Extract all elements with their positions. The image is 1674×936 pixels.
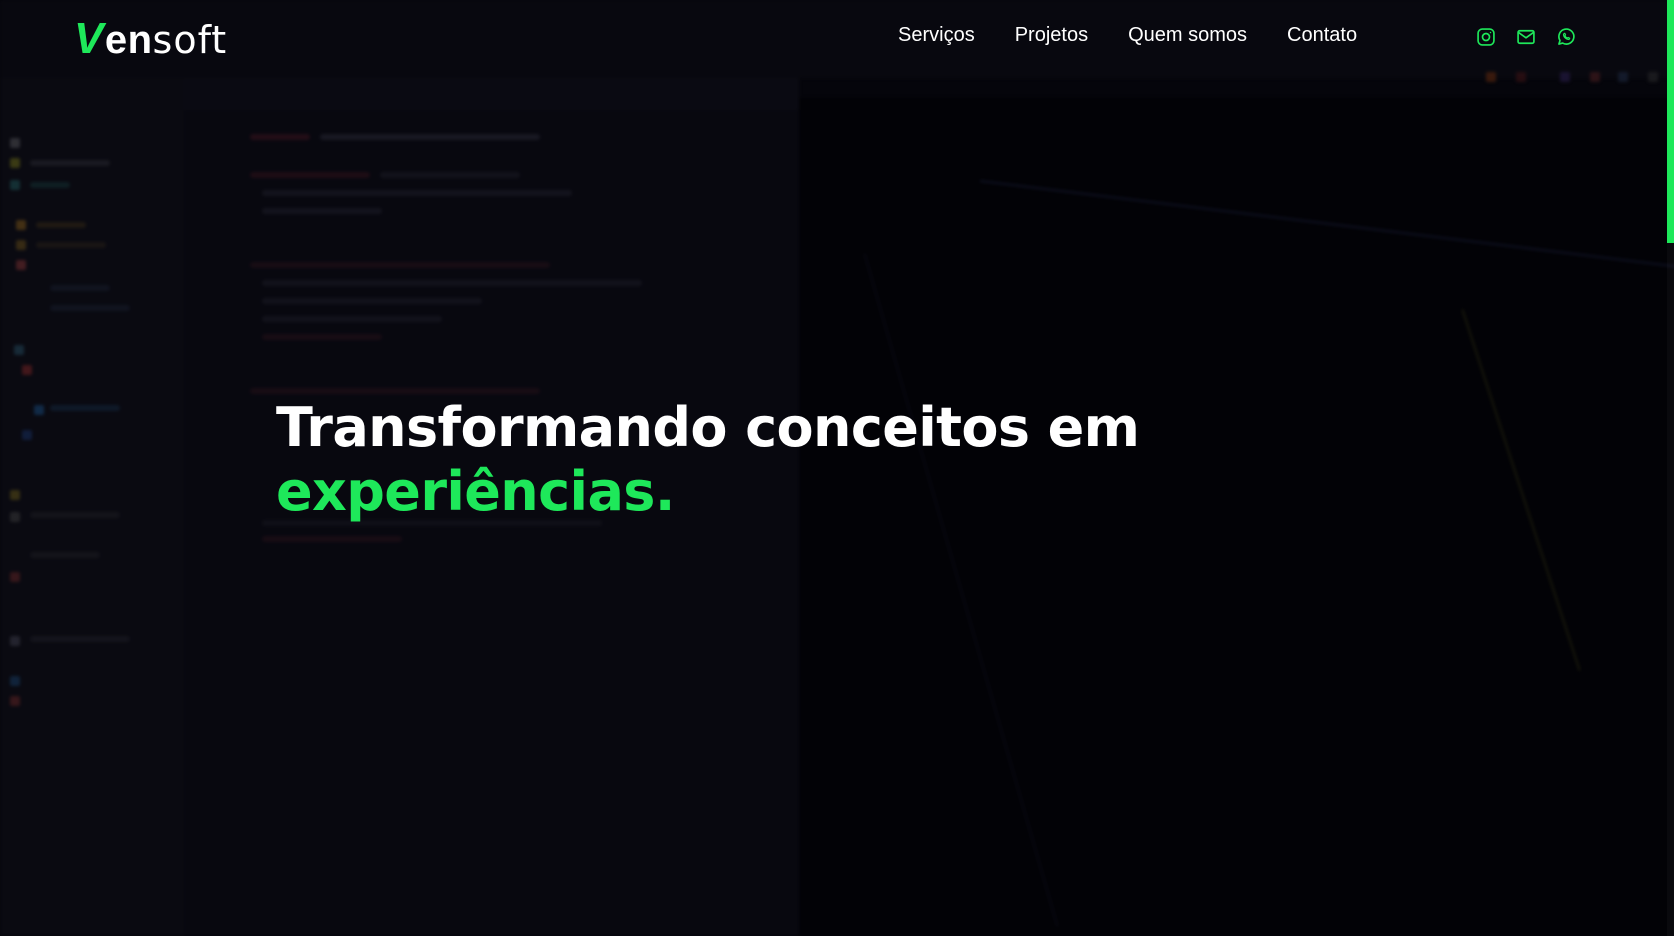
hero-headline-accent: experiências.: [276, 460, 675, 523]
logo-text-light: soft: [152, 18, 228, 62]
site-header: Ven soft Serviços Projetos Quem somos Con…: [0, 0, 1674, 78]
instagram-icon[interactable]: [1476, 27, 1496, 47]
mail-icon[interactable]: [1516, 27, 1536, 47]
nav-item-contato[interactable]: Contato: [1287, 24, 1357, 47]
nav-item-projetos[interactable]: Projetos: [1015, 24, 1088, 47]
nav-item-quem-somos[interactable]: Quem somos: [1128, 24, 1247, 47]
logo-text-bold: en: [104, 18, 153, 62]
nav-item-servicos[interactable]: Serviços: [898, 24, 975, 47]
scroll-progress-track: [1667, 0, 1674, 936]
scroll-progress-bar: [1667, 0, 1674, 244]
hero-headline-main: Transformando conceitos em: [276, 396, 1140, 459]
main-nav: Serviços Projetos Quem somos Contato: [898, 24, 1357, 47]
hero-headline: Transformando conceitos em experiências.: [276, 396, 1140, 524]
brand-logo[interactable]: Ven soft: [74, 14, 228, 63]
hero-section: Transformando conceitos em experiências.: [276, 396, 1140, 524]
social-links: [1476, 27, 1576, 47]
whatsapp-icon[interactable]: [1556, 27, 1576, 47]
logo-letter-v: V: [74, 14, 104, 63]
page: Ven soft Serviços Projetos Quem somos Con…: [0, 0, 1674, 936]
